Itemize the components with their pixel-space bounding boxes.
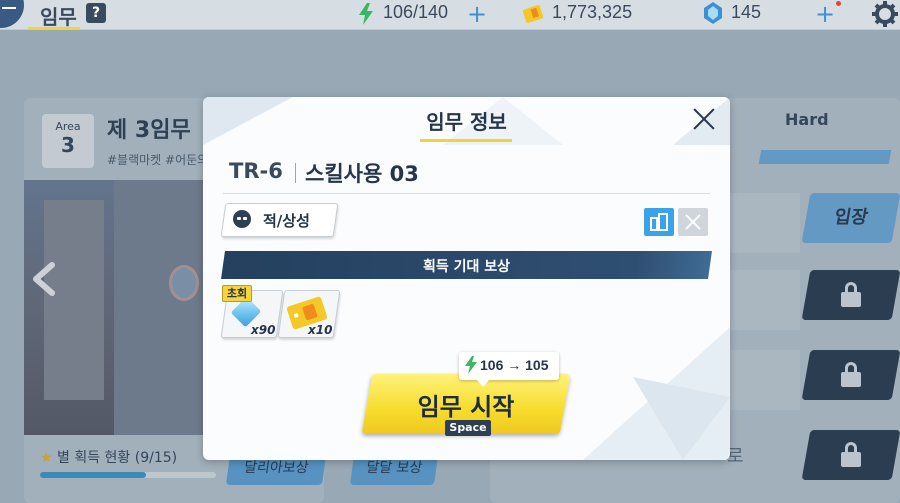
disabled-x-icon xyxy=(678,208,708,236)
stamina-bolt-icon xyxy=(359,3,373,25)
reward-banner-text: 획득 기대 보상 xyxy=(422,259,511,275)
top-bar: 임무 ? 106/140 + 1,773,325 145 + xyxy=(0,0,900,30)
stage-divider xyxy=(295,163,296,183)
mission-start-label: 임무 시작 xyxy=(417,393,515,421)
modal-title: 임무 정보 xyxy=(426,110,507,134)
first-clear-badge: 초회 xyxy=(222,285,252,302)
stage-name: 스킬사용 03 xyxy=(305,162,419,186)
stamina-plus-icon[interactable]: + xyxy=(467,2,487,26)
reward-quantity: x90 xyxy=(251,323,276,337)
enemy-icon xyxy=(233,210,251,228)
modal-title-underline xyxy=(420,139,512,142)
back-button[interactable] xyxy=(0,0,24,28)
stamina-value: 106/140 xyxy=(383,2,449,22)
close-icon[interactable] xyxy=(691,106,717,132)
help-icon[interactable]: ? xyxy=(86,3,106,23)
stage-code: TR-6 xyxy=(229,159,283,183)
notification-dot xyxy=(836,1,841,6)
reward-quantity: x10 xyxy=(308,323,333,337)
credits-value: 1,773,325 xyxy=(552,2,633,22)
gems-plus-icon[interactable]: + xyxy=(815,2,835,26)
credit-icon xyxy=(522,5,544,23)
gem-currency-icon xyxy=(704,2,722,24)
stamina-bolt-icon xyxy=(465,356,477,374)
page-title: 임무 xyxy=(40,5,77,29)
space-shortcut-badge: Space xyxy=(445,420,491,436)
gear-icon[interactable] xyxy=(872,1,898,27)
gems-value: 145 xyxy=(731,2,762,22)
enemy-info-label: 적/상성 xyxy=(263,212,310,230)
building-icon[interactable] xyxy=(644,208,674,236)
stage-rule xyxy=(223,193,710,194)
stamina-cost-text: 106 → 105 xyxy=(480,357,549,373)
